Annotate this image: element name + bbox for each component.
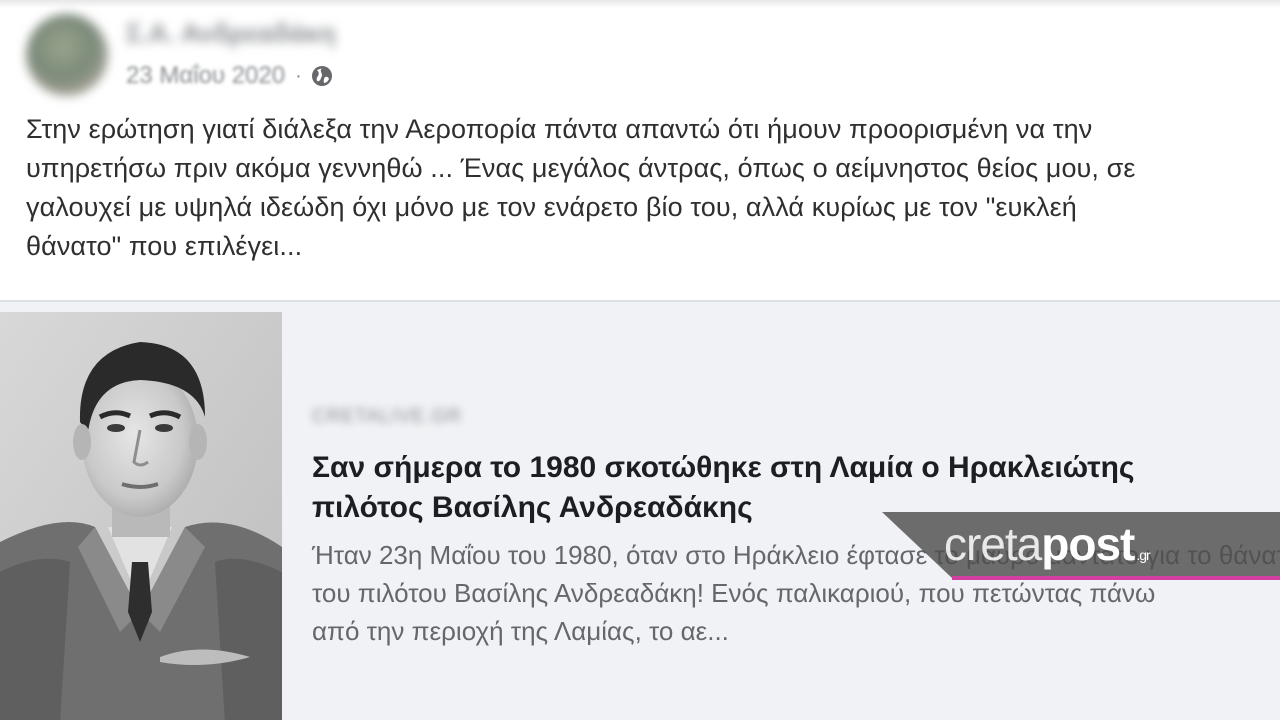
post-date[interactable]: 23 Μαΐου 2020 [126,62,285,90]
post-text-line: θάνατο" που επιλέγει... [26,231,303,261]
author-avatar[interactable] [26,14,108,96]
facebook-post-screenshot: Σ.Α. Ανδρεαδάκη 23 Μαΐου 2020 · Στην ερώ… [0,0,1280,720]
post-text-line: Στην ερώτηση γιατί διάλεξα την Αεροπορία… [26,114,1093,144]
post-text: Στην ερώτηση γιατί διάλεξα την Αεροπορία… [26,110,1280,266]
link-domain: CRETALIVE.GR [312,406,462,427]
top-divider [0,0,1280,8]
watermark-logo: cretapost .gr [944,518,1151,581]
link-preview-photo[interactable] [0,312,282,720]
globe-icon[interactable] [310,64,334,88]
post-text-line: υπηρετήσω πριν ακόμα γεννηθώ ... Ένας με… [26,153,1136,183]
meta-separator: · [295,64,302,87]
watermark-logo-part1: creta [944,518,1042,570]
pilot-portrait-image [0,312,282,720]
link-title-line: Σαν σήμερα το 1980 σκοτώθηκε στη Λαμία ο… [312,451,1135,484]
post-text-line: γαλουχεί με υψηλά ιδεώδη όχι μόνο με τον… [26,192,1077,222]
link-description-line: από την περιοχή της Λαμίας, το αε... [312,616,729,646]
post-meta: 23 Μαΐου 2020 · [126,60,334,92]
author-name[interactable]: Σ.Α. Ανδρεαδάκη [126,18,346,48]
watermark-logo-part2: post [1041,518,1135,570]
watermark-logo-suffix: .gr [1136,547,1150,563]
link-preview-card[interactable]: CRETALIVE.GR Σαν σήμερα το 1980 σκοτώθηκ… [0,300,1280,720]
